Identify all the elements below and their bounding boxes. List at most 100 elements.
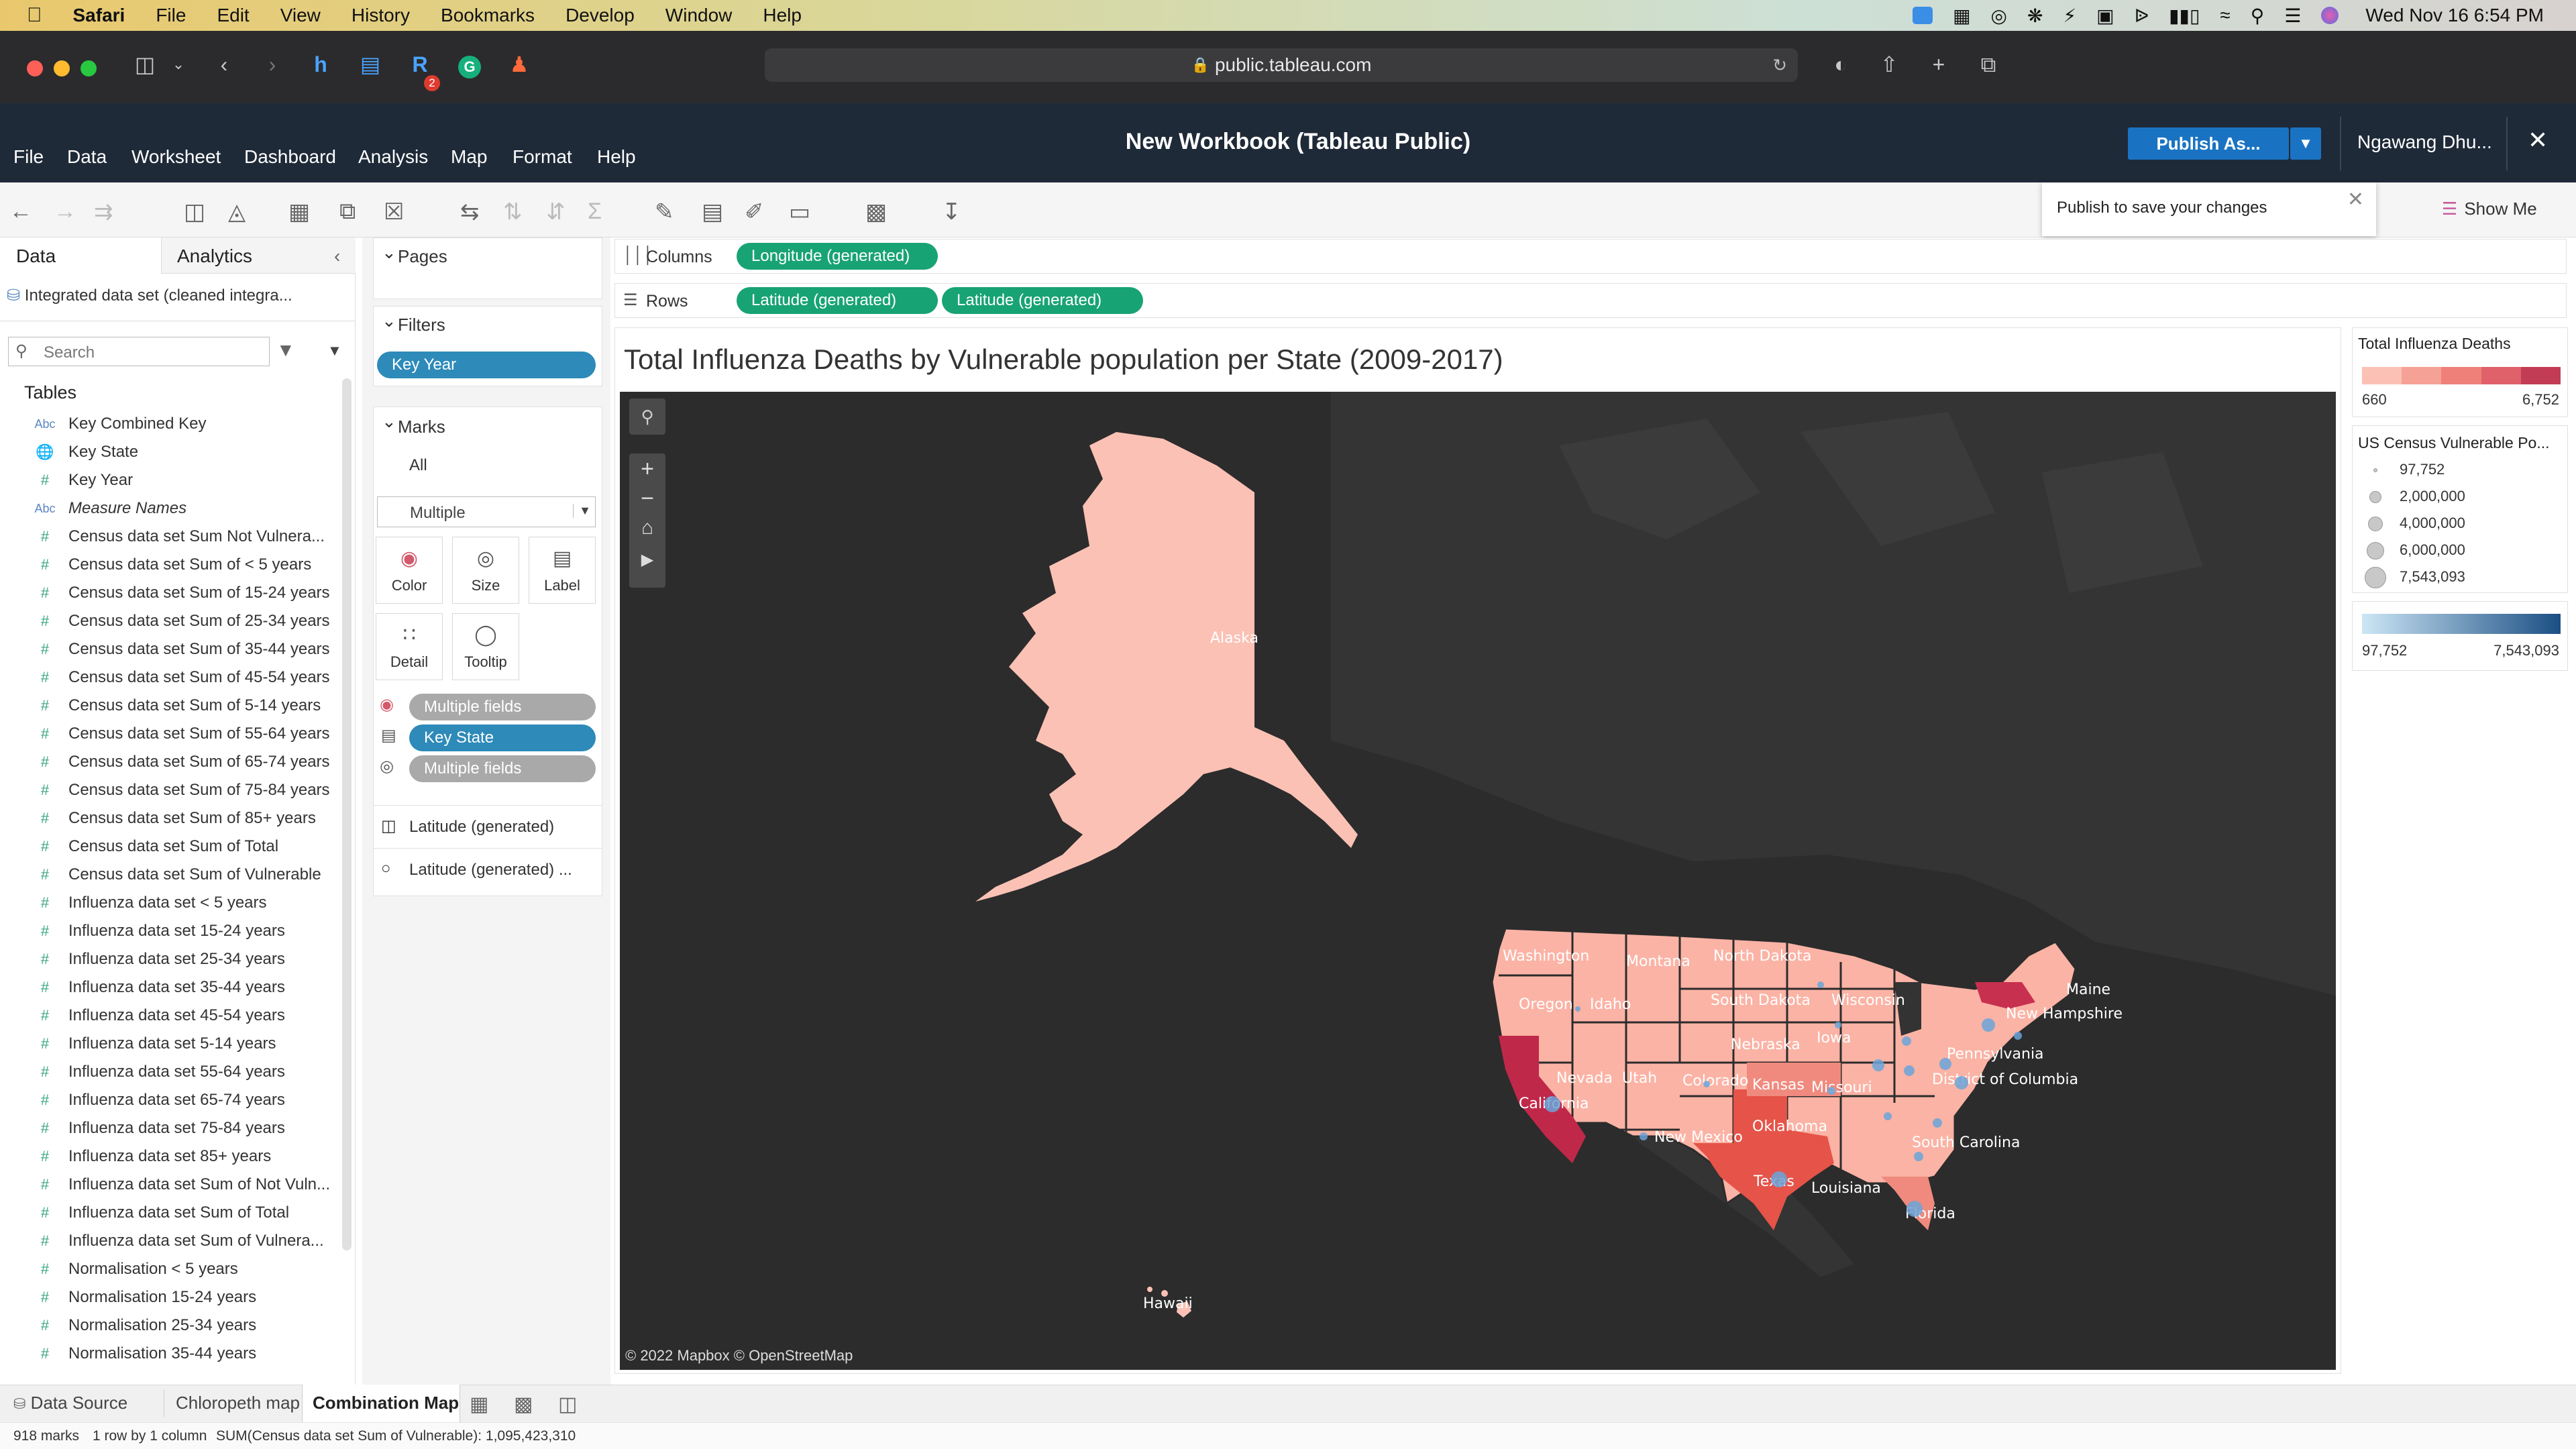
grid-icon[interactable]: ▦ <box>1953 5 1970 27</box>
size-button[interactable]: ◎ Size <box>452 537 519 604</box>
close-icon[interactable]: ✕ <box>2528 126 2548 154</box>
circle-georgia[interactable] <box>1914 1152 1923 1161</box>
marks-chevron-icon[interactable]: ⌄ <box>382 411 396 432</box>
marks-all[interactable]: All <box>409 456 427 475</box>
tableau-menu-data[interactable]: Data <box>67 146 107 168</box>
extension-r-icon[interactable]: R <box>407 51 433 78</box>
size-legend-item[interactable]: 2,000,000 <box>2353 485 2567 509</box>
bluetooth-icon[interactable]: ᐉ <box>2135 5 2149 27</box>
redo-icon[interactable]: → <box>54 199 76 225</box>
pane-menu-icon[interactable]: ▼ <box>327 342 342 360</box>
field-item[interactable]: # Normalisation 35-44 years <box>0 1340 256 1367</box>
field-item[interactable]: # Census data set Sum of 55-64 years <box>0 720 330 747</box>
field-item[interactable]: # Normalisation 15-24 years <box>0 1284 256 1311</box>
close-window-button[interactable] <box>27 60 43 76</box>
color-button[interactable]: ◉ Color <box>376 537 443 604</box>
presentation-icon[interactable]: ▩ <box>865 199 887 225</box>
field-item[interactable]: # Census data set Sum Not Vulnera... <box>0 523 325 550</box>
reload-icon[interactable]: ↻ <box>1772 55 1787 76</box>
field-item[interactable]: # Census data set Sum of 85+ years <box>0 805 316 832</box>
field-item[interactable]: # Influenza data set Sum of Vulnera... <box>0 1228 324 1254</box>
swap-icon[interactable]: ⇆ <box>460 199 480 225</box>
tooltip-button[interactable]: ◯ Tooltip <box>452 613 519 680</box>
menu-develop[interactable]: Develop <box>566 5 635 26</box>
marks-pill-multiple-size[interactable]: Multiple fields <box>409 755 596 782</box>
menu-bookmarks[interactable]: Bookmarks <box>441 5 535 26</box>
filter-pill-key-year[interactable]: Key Year <box>377 352 596 378</box>
back-icon[interactable]: ‹ <box>211 51 237 78</box>
zoom-in-button[interactable]: + <box>629 456 665 486</box>
circle-california[interactable] <box>1544 1096 1560 1112</box>
wifi-icon[interactable]: ≈ <box>2220 5 2230 26</box>
apple-icon[interactable]:  <box>27 4 42 27</box>
field-item[interactable]: # Census data set Sum of 25-34 years <box>0 608 330 635</box>
circle-dc[interactable] <box>1955 1076 1968 1089</box>
field-item[interactable]: 🌐 Key State <box>0 439 138 466</box>
clear-sheet-icon[interactable]: ☒ <box>384 199 404 225</box>
new-worksheet-icon[interactable]: ▦ <box>288 199 310 225</box>
reader-extension-icon[interactable]: ♟ <box>506 51 533 78</box>
circle-michigan[interactable] <box>1902 1036 1911 1046</box>
field-item[interactable]: # Census data set Sum of < 5 years <box>0 551 311 578</box>
highlight-icon[interactable]: ✎ <box>655 199 674 225</box>
map-search-button[interactable]: ⚲ <box>629 398 665 435</box>
status-app-icon[interactable] <box>1913 7 1933 24</box>
zoom-window-button[interactable] <box>80 60 97 76</box>
field-item[interactable]: # Census data set Sum of 15-24 years <box>0 580 330 606</box>
label-button[interactable]: ▤ Label <box>529 537 596 604</box>
field-item[interactable]: # Influenza data set Sum of Total <box>0 1199 289 1226</box>
field-item[interactable]: # Influenza data set 25-34 years <box>0 946 285 973</box>
map-svg[interactable]: Alaska Hawaii Washington Montana North D… <box>620 392 2336 1370</box>
window-icon[interactable]: ▣ <box>2096 5 2114 27</box>
field-item[interactable]: # Census data set Sum of 65-74 years <box>0 749 330 775</box>
detail-button[interactable]: ∷ Detail <box>376 613 443 680</box>
show-me-button[interactable]: ☰ Show Me <box>2442 199 2537 219</box>
publish-dropdown-button[interactable]: ▼ <box>2290 127 2321 160</box>
circle-idaho[interactable] <box>1575 1006 1580 1012</box>
undo-icon[interactable]: ← <box>9 199 32 225</box>
filters-chevron-icon[interactable]: ⌄ <box>382 311 396 331</box>
circle-illinois[interactable] <box>1872 1059 1884 1071</box>
deaths-legend[interactable]: Total Influenza Deaths 660 6,752 <box>2352 327 2568 417</box>
tab-combination-map[interactable]: Combination Map <box>313 1393 459 1413</box>
scrollbar[interactable] <box>342 378 352 1250</box>
new-dashboard-icon[interactable]: ▩ <box>514 1393 533 1416</box>
size-legend-item[interactable]: 6,000,000 <box>2353 539 2567 563</box>
circle-pennsylvania[interactable] <box>1939 1058 1951 1070</box>
field-item[interactable]: # Influenza data set 5-14 years <box>0 1030 276 1057</box>
field-item[interactable]: # Influenza data set 45-54 years <box>0 1002 285 1029</box>
field-item[interactable]: # Influenza data set 35-44 years <box>0 974 285 1001</box>
tableau-menu-format[interactable]: Format <box>513 146 572 168</box>
marks-pill-key-state[interactable]: Key State <box>409 724 596 751</box>
popover-close-icon[interactable]: ✕ <box>2347 188 2364 211</box>
expand-toolbar-icon[interactable]: ▶ <box>629 550 665 580</box>
circle-new-mexico[interactable] <box>1640 1132 1648 1140</box>
menu-edit[interactable]: Edit <box>217 5 249 26</box>
pause-updates-icon[interactable]: ◬ <box>228 199 246 225</box>
field-item[interactable]: # Census data set Sum of Vulnerable <box>0 861 321 888</box>
columns-pill-longitude[interactable]: Longitude (generated) <box>737 243 938 270</box>
rows-pill-latitude-1[interactable]: Latitude (generated) <box>737 287 938 314</box>
tab-data[interactable]: Data <box>16 246 56 267</box>
tab-chloropeth-map[interactable]: Chloropeth map <box>176 1393 300 1413</box>
tableau-menu-analysis[interactable]: Analysis <box>358 146 428 168</box>
map-attribution[interactable]: © 2022 Mapbox © OpenStreetMap <box>625 1347 853 1364</box>
share-icon[interactable]: ⇧ <box>1876 51 1902 78</box>
filter-fields-icon[interactable]: ▼ <box>276 339 295 361</box>
user-name[interactable]: Ngawang Dhu... <box>2357 131 2492 153</box>
tableau-menu-map[interactable]: Map <box>451 146 487 168</box>
search-input[interactable]: ⚲ Search <box>8 337 270 366</box>
field-item[interactable]: # Influenza data set 75-84 years <box>0 1115 285 1142</box>
menu-help[interactable]: Help <box>763 5 802 26</box>
size-legend-item[interactable]: 4,000,000 <box>2353 512 2567 536</box>
field-item[interactable]: Abc Measure Names <box>0 495 186 522</box>
tableau-menu-dashboard[interactable]: Dashboard <box>244 146 336 168</box>
field-item[interactable]: # Influenza data set < 5 years <box>0 890 267 916</box>
extension-h-icon[interactable]: h <box>307 51 334 78</box>
forward-icon[interactable]: › <box>259 51 286 78</box>
circle-north-carolina[interactable] <box>1933 1118 1942 1128</box>
field-item[interactable]: # Normalisation 25-34 years <box>0 1312 256 1339</box>
circle-texas[interactable] <box>1771 1171 1787 1187</box>
replay-icon[interactable]: ⇉ <box>94 199 113 225</box>
circle-florida[interactable] <box>1907 1201 1923 1217</box>
